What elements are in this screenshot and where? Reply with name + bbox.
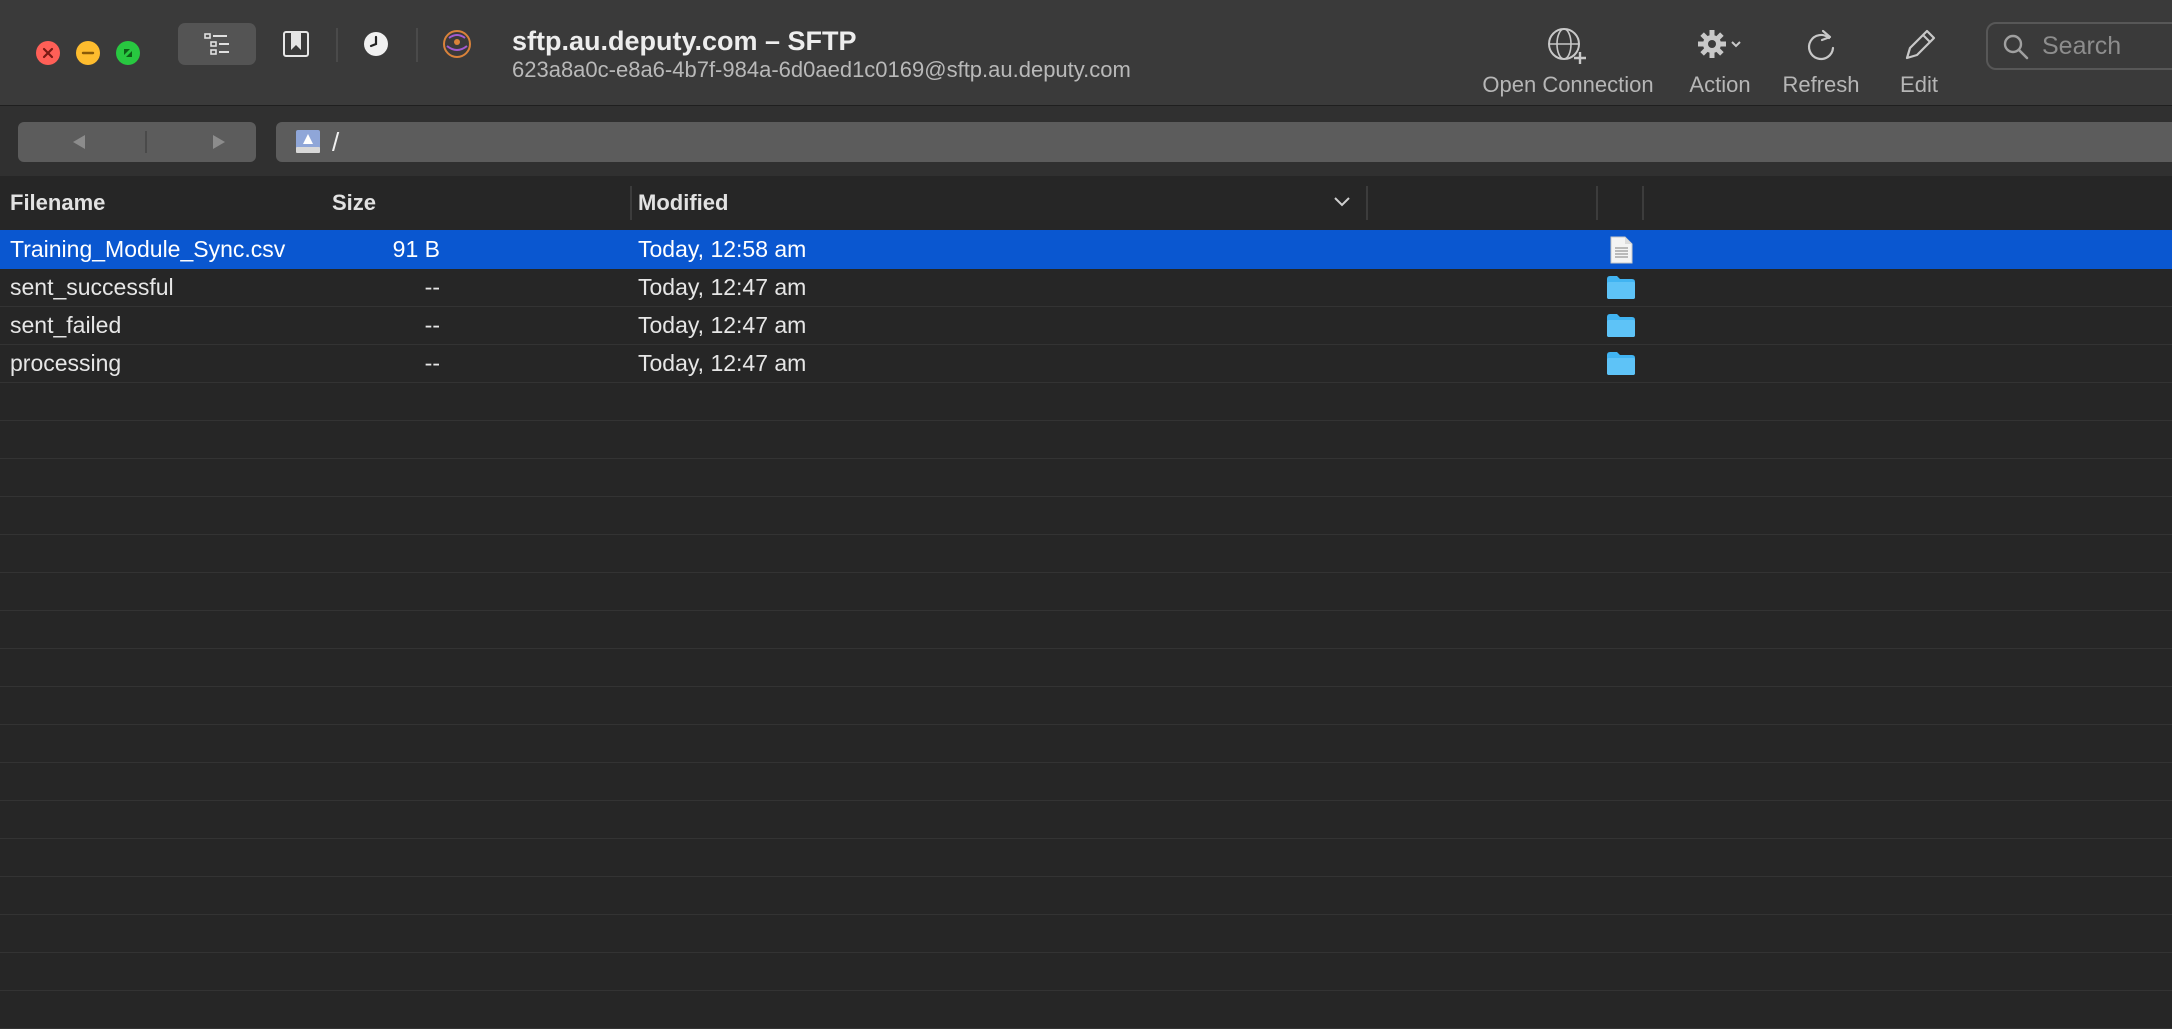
close-icon [42,47,54,59]
path-selector[interactable]: / [276,122,2172,162]
current-path: / [332,127,340,157]
empty-row [0,686,2172,725]
empty-row [0,838,2172,877]
file-modified: Today, 12:58 am [638,236,807,262]
empty-row [0,914,2172,953]
open-connection-button[interactable]: Open Connection [1470,18,1666,102]
folder-row[interactable]: sent_successful -- Today, 12:47 am [0,268,2172,307]
pencil-icon [1905,29,1936,60]
empty-row [0,496,2172,535]
file-size: -- [424,312,440,338]
back-forward-control [18,122,256,162]
empty-row [0,724,2172,763]
folder-icon [1606,274,1636,305]
empty-row [0,420,2172,459]
action-menu-button[interactable]: Action [1680,18,1760,102]
file-name: sent_successful [10,274,174,300]
search-field[interactable]: Search [1986,22,2172,70]
empty-row [0,382,2172,421]
file-size: -- [424,274,440,300]
empty-row [0,648,2172,687]
history-clock-icon[interactable] [362,30,390,58]
forward-arrow-icon [213,135,225,149]
refresh-icon [1807,29,1835,61]
column-header-modified[interactable]: Modified [638,190,728,216]
fullscreen-window-button[interactable] [116,41,140,65]
empty-row [0,952,2172,991]
empty-row [0,458,2172,497]
column-separator [1596,186,1598,220]
title-bar: sftp.au.deputy.com – SFTP 623a8a0c-e8a6-… [0,0,2172,105]
file-row[interactable]: Training_Module_Sync.csv 91 B Today, 12:… [0,230,2172,269]
file-name: sent_failed [10,312,122,338]
forward-button[interactable] [146,122,256,162]
file-list: Training_Module_Sync.csv 91 B Today, 12:… [0,230,2172,1029]
server-disk-icon [296,130,320,153]
search-placeholder: Search [2042,32,2122,60]
globe-plus-icon [1548,28,1586,64]
minimize-icon [81,51,95,55]
column-separator [630,186,632,220]
file-modified: Today, 12:47 am [638,312,807,338]
folder-row[interactable]: processing -- Today, 12:47 am [0,344,2172,383]
edit-label: Edit [1900,72,1938,97]
file-name: Training_Module_Sync.csv [10,236,286,262]
window-subtitle: 623a8a0c-e8a6-4b7f-984a-6d0aed1c0169@sft… [512,57,1131,82]
window-title: sftp.au.deputy.com – SFTP [512,26,857,56]
edit-button[interactable]: Edit [1880,18,1958,102]
bookmarks-icon[interactable] [281,30,311,58]
empty-row [0,572,2172,611]
column-header-filename[interactable]: Filename [10,190,105,216]
folder-row[interactable]: sent_failed -- Today, 12:47 am [0,306,2172,345]
file-modified: Today, 12:47 am [638,350,807,376]
toolbar-separator [336,28,338,62]
open-connection-label: Open Connection [1482,72,1654,97]
empty-row [0,876,2172,915]
empty-row [0,534,2172,573]
file-list-header: Filename Size Modified [0,176,2172,232]
file-size: -- [424,350,440,376]
document-icon [1606,236,1636,269]
bonjour-icon[interactable] [441,28,473,60]
empty-row [0,800,2172,839]
search-icon [2003,34,2029,60]
empty-row [0,762,2172,801]
refresh-button[interactable]: Refresh [1776,18,1866,102]
empty-row [0,990,2172,1029]
back-arrow-icon [73,135,85,149]
folder-icon [1606,312,1636,343]
file-size: 91 B [392,236,440,262]
outline-list-icon [204,33,229,55]
back-button[interactable] [18,122,138,162]
column-header-size[interactable]: Size [332,190,376,216]
refresh-label: Refresh [1782,72,1860,97]
action-label: Action [1689,72,1751,97]
folder-icon [1606,350,1636,381]
empty-row [0,610,2172,649]
close-window-button[interactable] [36,41,60,65]
fullscreen-icon [124,49,132,57]
column-separator [1642,186,1644,220]
file-modified: Today, 12:47 am [638,274,807,300]
outline-view-button[interactable] [178,23,256,65]
minimize-window-button[interactable] [76,41,100,65]
navigation-bar: / [0,105,2172,177]
file-name: processing [10,350,122,376]
column-separator [1366,186,1368,220]
sort-descending-chevron-icon[interactable] [1332,194,1352,210]
toolbar-separator [416,28,418,62]
gear-chevron-icon [1698,30,1741,58]
